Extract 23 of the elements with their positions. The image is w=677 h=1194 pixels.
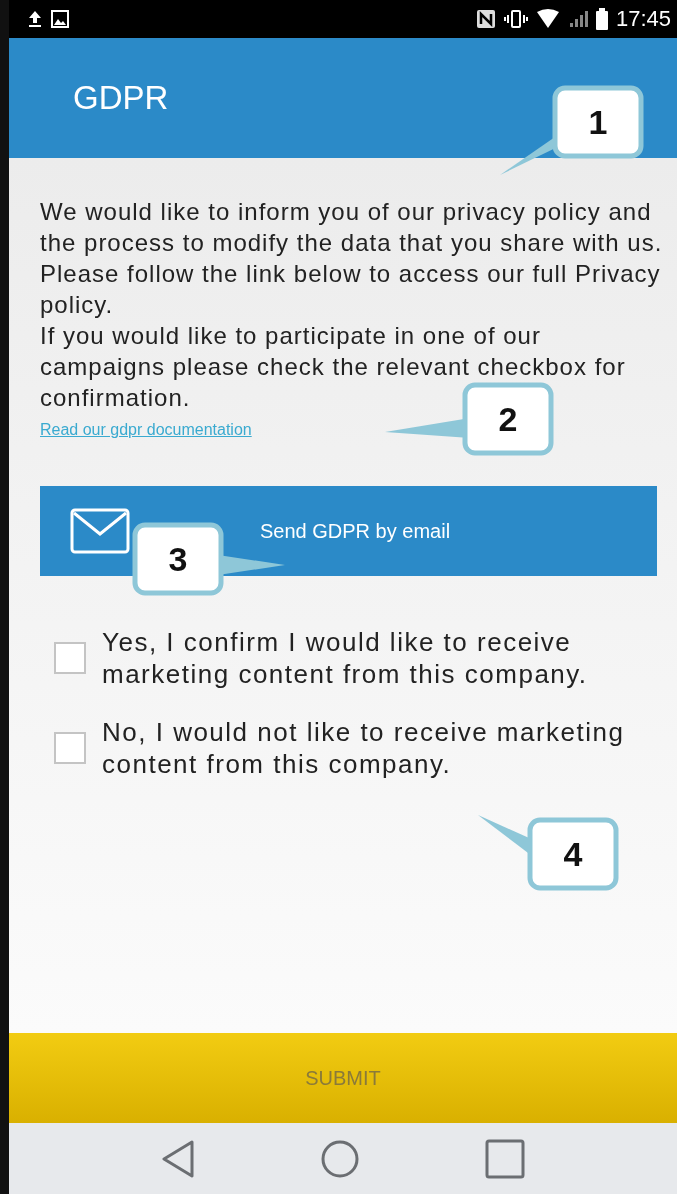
vibrate-icon [503, 9, 528, 29]
submit-button[interactable]: SUBMIT [9, 1033, 677, 1123]
home-icon[interactable] [320, 1138, 360, 1179]
back-icon[interactable] [161, 1139, 195, 1178]
callout-label: 1 [552, 85, 644, 159]
recents-icon[interactable] [485, 1138, 525, 1179]
option-label: Yes, I confirm I would like to receive marketing content from this company. [102, 626, 589, 690]
callout-label: 3 [132, 522, 224, 596]
envelope-icon [70, 508, 130, 554]
status-time: 17:45 [615, 6, 671, 32]
callout-label: 4 [527, 817, 619, 891]
nfc-icon [475, 9, 496, 29]
documentation-link[interactable]: Read our gdpr documentation [40, 421, 252, 439]
upload-icon [27, 10, 43, 28]
intro-paragraph: We would like to inform you of our privacy policy and the process to modify the data that you share with us. Please follow the link below to access our full Privacy policy. [40, 197, 663, 320]
option-label: No, I would not like to receive marketing content from this company. [102, 716, 626, 780]
checkbox[interactable] [54, 642, 86, 674]
signal-icon [567, 9, 588, 29]
image-icon [51, 10, 69, 28]
wifi-icon [535, 9, 560, 29]
battery-icon [595, 8, 608, 30]
app-title: GDPR [73, 79, 169, 117]
checkbox[interactable] [54, 732, 86, 764]
